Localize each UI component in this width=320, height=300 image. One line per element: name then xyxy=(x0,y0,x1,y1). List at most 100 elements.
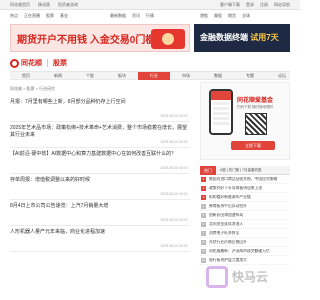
hot-item-title[interactable]: 机构看好新能源车产业链 xyxy=(209,195,289,200)
rank-badge: 7 xyxy=(201,231,206,236)
watermark-logo-icon xyxy=(206,266,228,288)
news-item[interactable]: 8月4日上市公司公告速览：上汽7月销量大增 2025-08-02 00:01 xyxy=(10,200,190,226)
news-title[interactable]: 8月4日上市公司公告速览：上汽7月销量大增 xyxy=(10,203,188,210)
top-link-home[interactable]: 同花顺首页 xyxy=(10,2,30,8)
download-link[interactable]: 客户端下载 xyxy=(220,2,240,8)
nav-item[interactable]: 个股 xyxy=(74,72,106,80)
hot-item-title[interactable]: 光伏行业价格企稳回升 xyxy=(209,240,289,245)
nav-item[interactable]: 首页 xyxy=(10,72,42,80)
terminal-ad-highlight: 试用7天 xyxy=(250,33,279,42)
nav-item[interactable]: 专题 xyxy=(234,72,266,80)
hot-tags[interactable]: A股 | 热门股 | 7月量最热股 xyxy=(220,168,262,173)
news-title[interactable]: 存单周报：增值税调整以来的好时候 xyxy=(10,177,188,184)
site-header: 同花顺 股票 xyxy=(10,56,290,70)
news-item[interactable]: 人形机器人量产元年来临，商业化进程加速 2025-08-02 00:01 xyxy=(10,226,190,252)
news-item[interactable]: 存单周报：增值税调整以来的好时候 2025-08-02 00:01 xyxy=(10,174,190,200)
register-link[interactable]: 注册 xyxy=(260,2,268,8)
hot-item-title[interactable]: 消费电子旺季将至 xyxy=(209,231,289,236)
hot-list-header: 热门 A股 | 热门股 | 7月量最热股 xyxy=(200,166,290,175)
hot-list-item[interactable]: 5 创新药出海加速布局 xyxy=(200,211,290,220)
hot-item-title[interactable]: 同花顺最新：沪深两市成交额破万亿 xyxy=(209,249,289,254)
promo-title: 同花顺爱基金 xyxy=(237,98,274,104)
top-right-links: 客户端下载 登录 注册 网站导航 xyxy=(220,2,290,8)
news-title[interactable]: 【AI前沿·硬中软】AI数据中心和算力基建数据中心在如何改善互联什么的？ xyxy=(10,151,188,158)
top-links: 同花顺首页 移动版 投资者咨询 xyxy=(10,2,78,8)
login-link[interactable]: 登录 xyxy=(246,2,254,8)
news-date: 2025-08-02 00:01 xyxy=(160,192,188,196)
category-link[interactable]: 最新数据 xyxy=(110,13,126,19)
nav-item[interactable]: 板块 xyxy=(106,72,138,80)
category-link[interactable]: 期货 xyxy=(228,13,236,19)
watermark: 快马云 xyxy=(206,262,296,292)
category-link[interactable]: 美股 xyxy=(214,13,222,19)
hot-item-title[interactable]: 创新药出海加速布局 xyxy=(209,213,289,218)
news-title[interactable]: 2025年艺术品市场：政策松绑+技术革命+艺术消费，整个市场稳着在增长，展望其行… xyxy=(10,125,188,139)
hot-list-item[interactable]: 9 同花顺最新：沪深两市成交额破万亿 xyxy=(200,247,290,256)
hot-list-item[interactable]: 3 机构看好新能源车产业链 xyxy=(200,193,290,202)
news-title[interactable]: 月报：7月里有哪些上新，8月部分品种仍存上行空间 xyxy=(10,99,188,106)
nav-item[interactable]: 行业 xyxy=(138,72,170,80)
category-link[interactable]: 港股 xyxy=(200,13,208,19)
nav-item[interactable]: 市场 xyxy=(170,72,202,80)
category-link[interactable]: 基金 xyxy=(60,13,68,19)
app-promo-panel: 同花顺爱基金 扫码下载 随时随地理财 立即下载 xyxy=(200,82,290,160)
category-link[interactable]: 行情 xyxy=(146,13,154,19)
futures-ad-text: 期货开户不用钱 入金交易0门槛 xyxy=(17,35,156,46)
top-link-mobile[interactable]: 移动版 xyxy=(38,2,50,8)
futures-ad-banner[interactable]: 期货开户不用钱 入金交易0门槛 xyxy=(10,24,190,52)
hot-item-title[interactable]: 美国对进口商品征收关税，中国应对策略 xyxy=(209,177,289,182)
logo-divider xyxy=(47,59,48,67)
rank-badge: 6 xyxy=(201,222,206,227)
coin-graphic-icon xyxy=(151,29,185,49)
site-nav-link[interactable]: 网站导航 xyxy=(274,2,290,8)
hot-list-item[interactable]: 1 美国对进口商品征收关税，中国应对策略 xyxy=(200,175,290,184)
hot-list-item[interactable]: 6 北向资金连续净流入 xyxy=(200,220,290,229)
nav-item[interactable]: 新闻 xyxy=(42,72,74,80)
rank-badge: 2 xyxy=(201,186,206,191)
hot-item-title[interactable]: 券商板块午后异动拉升 xyxy=(209,204,289,209)
terminal-ad-banner[interactable]: 金融数据终端 试用7天 xyxy=(194,24,290,52)
news-date: 2025-08-02 00:01 xyxy=(160,218,188,222)
nav-items: 首页 新闻 个股 板块 行业 市场 数据 专题 论坛 xyxy=(10,72,298,80)
category-link[interactable]: 资讯 xyxy=(132,13,140,19)
download-app-button[interactable]: 立即下载 xyxy=(231,141,275,150)
hot-list-item[interactable]: 7 消费电子旺季将至 xyxy=(200,229,290,238)
news-date: 2025-08-02 00:01 xyxy=(160,244,188,248)
news-list: 月报：7月里有哪些上新，8月部分品种仍存上行空间 2025-08-02 00:01… xyxy=(10,96,190,252)
category-link[interactable]: 热点 xyxy=(10,13,18,19)
terminal-ad-prefix: 金融数据终端 xyxy=(200,33,248,42)
terminal-ad-text: 金融数据终端 试用7天 xyxy=(200,32,279,43)
rank-badge: 5 xyxy=(201,213,206,218)
hot-item-title[interactable]: 政策利好下半导体板块迎来上涨 xyxy=(209,186,289,191)
qr-code-icon xyxy=(245,113,267,135)
nav-item[interactable]: 数据 xyxy=(202,72,234,80)
news-date: 2025-08-02 00:01 xyxy=(160,114,188,118)
hot-list-item[interactable]: 2 政策利好下半导体板块迎来上涨 xyxy=(200,184,290,193)
brand-name: 同花顺 xyxy=(21,60,42,67)
site-logo[interactable]: 同花顺 股票 xyxy=(10,58,67,68)
breadcrumb: 同花顺 > 股票 > 行业研究 xyxy=(10,86,56,91)
top-link-consult[interactable]: 投资者咨询 xyxy=(58,2,78,8)
main-nav: 首页 新闻 个股 板块 行业 市场 数据 专题 论坛 xyxy=(10,71,290,80)
category-group-mid: 最新数据 资讯 行情 xyxy=(110,13,154,19)
watermark-text: 快马云 xyxy=(232,270,269,284)
rank-badge: 9 xyxy=(201,249,206,254)
news-item[interactable]: 2025年艺术品市场：政策松绑+技术革命+艺术消费，整个市场稳着在增长，展望其行… xyxy=(10,122,190,148)
category-bar: 热点 正在直播 股票 基金 最新数据 资讯 行情 港股 美股 期货 全球 xyxy=(0,12,300,21)
hot-list-item[interactable]: 4 券商板块午后异动拉升 xyxy=(200,202,290,211)
hot-list-item[interactable]: 8 光伏行业价格企稳回升 xyxy=(200,238,290,247)
category-group-right: 港股 美股 期货 全球 xyxy=(200,13,250,19)
news-title[interactable]: 人形机器人量产元年来临，商业化进程加速 xyxy=(10,229,188,236)
hot-tab[interactable]: 热门 xyxy=(200,166,216,175)
category-link[interactable]: 正在直播 xyxy=(24,13,40,19)
rank-badge: 8 xyxy=(201,240,206,245)
category-link[interactable]: 股票 xyxy=(46,13,54,19)
top-utility-bar: 同花顺首页 移动版 投资者咨询 客户端下载 登录 注册 网站导航 xyxy=(0,0,300,10)
hot-item-title[interactable]: 北向资金连续净流入 xyxy=(209,222,289,227)
hot-list: 1 美国对进口商品征收关税，中国应对策略 2 政策利好下半导体板块迎来上涨 3 机构看好新… xyxy=(200,175,290,265)
nav-item[interactable]: 论坛 xyxy=(266,72,298,80)
rank-badge: 4 xyxy=(201,204,206,209)
news-item[interactable]: 月报：7月里有哪些上新，8月部分品种仍存上行空间 2025-08-02 00:01 xyxy=(10,96,190,122)
news-item[interactable]: 【AI前沿·硬中软】AI数据中心和算力基建数据中心在如何改善互联什么的？ 2025… xyxy=(10,148,190,174)
category-link[interactable]: 全球 xyxy=(242,13,250,19)
